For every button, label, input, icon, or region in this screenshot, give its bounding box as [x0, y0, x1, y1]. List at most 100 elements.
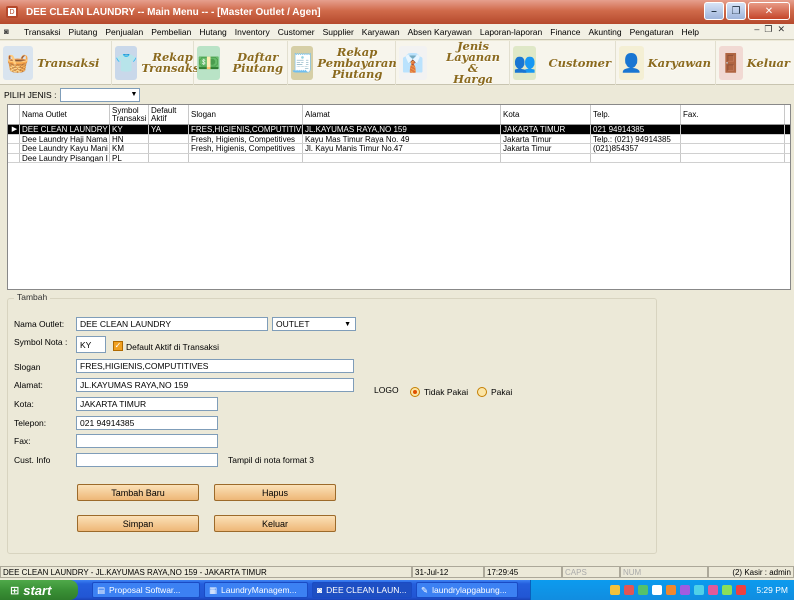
- title-bar[interactable]: D DEE CLEAN LAUNDRY -- Main Menu -- - [M…: [0, 0, 794, 24]
- default-aktif-checkbox[interactable]: ✓: [113, 341, 123, 351]
- chevron-down-icon: ▼: [344, 320, 351, 328]
- system-tray: 5:29 PM: [530, 580, 794, 600]
- tray-icon[interactable]: [680, 585, 691, 595]
- menu-pengaturan[interactable]: Pengaturan: [626, 27, 678, 37]
- menu-customer[interactable]: Customer: [274, 27, 319, 37]
- tray-icon[interactable]: [624, 585, 635, 595]
- jenis-filter-label: PILIH JENIS :: [4, 90, 57, 100]
- menu-inventory[interactable]: Inventory: [231, 27, 274, 37]
- status-outlet-info: DEE CLEAN LAUNDRY - JL.KAYUMAS RAYA,NO 1…: [0, 566, 412, 578]
- tray-icon[interactable]: [722, 585, 733, 595]
- tray-icon[interactable]: [694, 585, 705, 595]
- cust-info-input[interactable]: [76, 453, 218, 467]
- taskbar: ⊞ start ▤ Proposal Softwar... ▦ LaundryM…: [0, 580, 794, 600]
- tray-icon[interactable]: [736, 585, 747, 595]
- users-icon: 👥: [513, 46, 537, 80]
- start-button[interactable]: ⊞ start: [0, 580, 78, 600]
- tray-icon[interactable]: [708, 585, 719, 595]
- alamat-input[interactable]: JL.KAYUMAS RAYA,NO 159: [76, 378, 354, 392]
- tray-icon[interactable]: [610, 585, 621, 595]
- table-row[interactable]: Dee Laundry Kayu Mani KM Fresh, Higienis…: [8, 144, 790, 154]
- menu-hutang[interactable]: Hutang: [195, 27, 230, 37]
- mdi-window-controls[interactable]: –❐✕: [754, 24, 790, 35]
- taskbar-item-laundrylapgabung[interactable]: ✎ laundrylapgabung...: [416, 582, 518, 598]
- tidak-pakai-radio[interactable]: [410, 387, 420, 397]
- nama-outlet-input[interactable]: DEE CLEAN LAUNDRY: [76, 317, 268, 331]
- status-time: 17:29:45: [484, 566, 562, 578]
- exit-icon: 🚪: [719, 46, 743, 80]
- minimize-button[interactable]: –: [704, 2, 724, 20]
- menu-penjualan[interactable]: Penjualan: [101, 27, 147, 37]
- column-header[interactable]: Kota: [501, 105, 591, 124]
- keluar-button[interactable]: Keluar: [214, 515, 336, 532]
- tray-icon[interactable]: [652, 585, 663, 595]
- slogan-label: Slogan: [14, 362, 41, 372]
- user-icon: 👤: [619, 46, 644, 80]
- logo-label: LOGO: [374, 385, 399, 395]
- table-header: Nama Outlet Symbol Transaksi Default Akt…: [8, 105, 790, 125]
- row-indicator-icon: ▶: [8, 125, 20, 134]
- transaksi-button[interactable]: 🧺 Transaksi: [0, 41, 112, 85]
- toolbar: 🧺 Transaksi 👕 Rekap Transaksi 💵 Daftar Piu…: [0, 40, 794, 85]
- karyawan-button[interactable]: 👤 Karyawan: [616, 41, 716, 85]
- jenis-layanan-harga-button[interactable]: 👔 Jenis Layanan & Harga: [396, 40, 510, 85]
- keluar-toolbar-button[interactable]: 🚪 Keluar: [716, 41, 794, 85]
- column-header[interactable]: Telp.: [591, 105, 681, 124]
- menu-help[interactable]: Help: [678, 27, 703, 37]
- app-icon: ◙: [317, 585, 323, 595]
- jenis-outlet-select[interactable]: OUTLET ▼: [272, 317, 356, 331]
- tambah-baru-button[interactable]: Tambah Baru: [77, 484, 199, 501]
- chevron-down-icon: ▼: [130, 91, 138, 98]
- cust-info-label: Cust. Info: [14, 455, 51, 465]
- status-bar: DEE CLEAN LAUNDRY - JL.KAYUMAS RAYA,NO 1…: [0, 566, 794, 578]
- menu-supplier[interactable]: Supplier: [319, 27, 358, 37]
- rekap-pembayaran-piutang-button[interactable]: 🧾 Rekap Pembayaran Piutang: [288, 41, 397, 85]
- simpan-button[interactable]: Simpan: [77, 515, 199, 532]
- column-header[interactable]: Slogan: [189, 105, 303, 124]
- menu-akunting[interactable]: Akunting: [585, 27, 626, 37]
- taskbar-item-laundrymanagem[interactable]: ▦ LaundryManagem...: [204, 582, 308, 598]
- jenis-filter-select[interactable]: ▼: [60, 88, 141, 102]
- pakai-label: Pakai: [491, 387, 513, 397]
- slogan-input[interactable]: FRES,HIGIENIS,COMPUTITIVES: [76, 359, 354, 373]
- alamat-label: Alamat:: [14, 380, 43, 390]
- hapus-button[interactable]: Hapus: [214, 484, 336, 501]
- column-header[interactable]: Default Aktif: [149, 105, 189, 124]
- fax-input[interactable]: [76, 434, 218, 448]
- outlet-table[interactable]: Nama Outlet Symbol Transaksi Default Akt…: [7, 104, 791, 290]
- menu-laporan[interactable]: Laporan-laporan: [476, 27, 546, 37]
- window-title: DEE CLEAN LAUNDRY -- Main Menu -- - [Mas…: [26, 6, 321, 18]
- tampil-nota-label: Tampil di nota format 3: [228, 455, 314, 465]
- column-header[interactable]: Fax.: [681, 105, 785, 124]
- column-header[interactable]: Alamat: [303, 105, 501, 124]
- tray-icon[interactable]: [638, 585, 649, 595]
- telepon-label: Telepon:: [14, 418, 47, 428]
- taskbar-item-proposal[interactable]: ▤ Proposal Softwar...: [92, 582, 200, 598]
- table-row[interactable]: Dee Laundry Haji Nama HN Fresh, Higienis…: [8, 134, 790, 144]
- customer-button[interactable]: 👥 Customer: [510, 41, 616, 85]
- column-header[interactable]: Symbol Transaksi: [110, 105, 149, 124]
- mdi-child-icon[interactable]: ◙: [4, 27, 16, 37]
- restore-button[interactable]: ❐: [726, 2, 746, 20]
- close-button[interactable]: ✕: [748, 2, 790, 20]
- clock[interactable]: 5:29 PM: [756, 585, 788, 595]
- menu-karyawan[interactable]: Karyawan: [358, 27, 404, 37]
- symbol-nota-input[interactable]: KY: [76, 336, 106, 353]
- menu-finance[interactable]: Finance: [546, 27, 584, 37]
- status-date: 31-Jul-12: [412, 566, 484, 578]
- table-row[interactable]: Dee Laundry Pisangan I PL: [8, 153, 790, 163]
- paint-icon: ✎: [421, 584, 429, 595]
- menu-transaksi[interactable]: Transaksi: [20, 27, 65, 37]
- taskbar-item-dee-clean[interactable]: ◙ DEE CLEAN LAUN...: [312, 582, 412, 598]
- table-row[interactable]: ▶ DEE CLEAN LAUNDRY KY YA FRES,HIGIENIS,…: [8, 125, 790, 135]
- menu-pembelian[interactable]: Pembelian: [147, 27, 195, 37]
- kota-input[interactable]: JAKARTA TIMUR: [76, 397, 218, 411]
- menu-piutang[interactable]: Piutang: [65, 27, 102, 37]
- tray-icon[interactable]: [666, 585, 677, 595]
- rekap-transaksi-button[interactable]: 👕 Rekap Transaksi: [112, 41, 204, 85]
- pakai-radio[interactable]: [477, 387, 487, 397]
- column-header[interactable]: Nama Outlet: [20, 105, 110, 124]
- telepon-input[interactable]: 021 94914385: [76, 416, 218, 430]
- menu-absen-karyawan[interactable]: Absen Karyawan: [404, 27, 476, 37]
- daftar-piutang-button[interactable]: 💵 Daftar Piutang: [194, 41, 288, 85]
